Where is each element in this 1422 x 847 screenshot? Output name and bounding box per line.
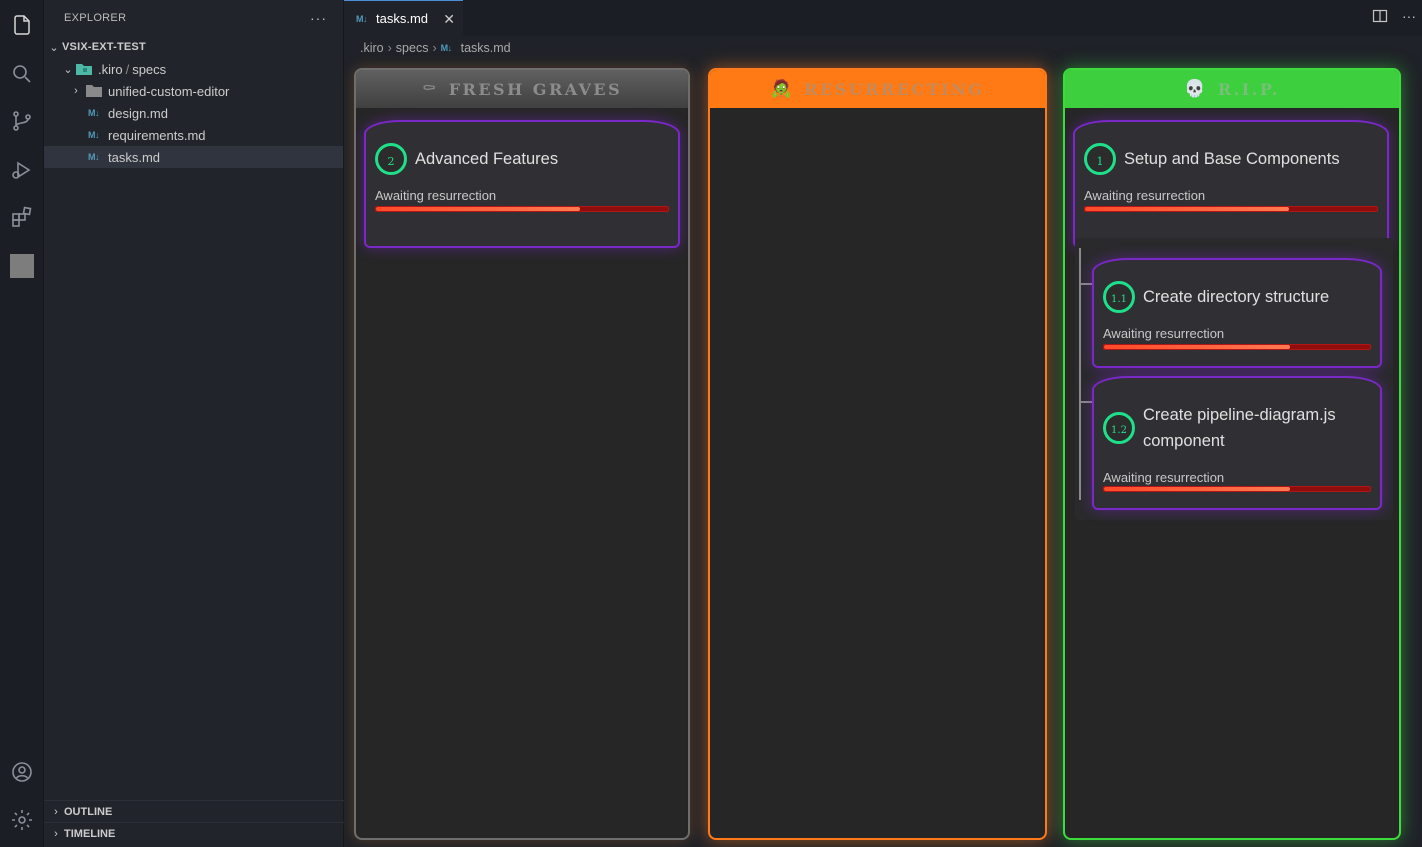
- markdown-icon: M↓: [88, 108, 100, 118]
- task-title: Advanced Features: [415, 150, 559, 168]
- tree-item-requirements-md[interactable]: M↓ requirements.md: [44, 124, 343, 146]
- vertical-scrollbar[interactable]: [1412, 68, 1420, 840]
- path-separator: /: [125, 61, 130, 77]
- tree-item-label: unified-custom-editor: [108, 83, 230, 99]
- subtask-group: 1.1 Create directory structure Awaiting …: [1075, 238, 1393, 520]
- project-name: VSIX-EXT-TEST: [62, 41, 146, 53]
- folder-icon: [86, 85, 102, 97]
- account-icon[interactable]: [8, 758, 36, 786]
- chevron-down-icon: ⌄: [63, 63, 73, 76]
- tree-item-unified-custom-editor[interactable]: › unified-custom-editor: [44, 80, 343, 102]
- column-header: 💀 R.I.P.: [1065, 70, 1399, 108]
- markdown-icon: M↓: [88, 152, 100, 162]
- task-status: Awaiting resurrection: [1103, 326, 1225, 341]
- tree-item-label: design.md: [108, 105, 168, 121]
- outline-section[interactable]: › OUTLINE: [44, 800, 344, 822]
- subtask-card[interactable]: 1.1 Create directory structure Awaiting …: [1092, 258, 1382, 368]
- tab-label: tasks.md: [376, 11, 429, 26]
- extensions-icon[interactable]: [8, 203, 36, 231]
- column-title: RESURRECTING: [804, 79, 985, 99]
- editor-actions: ···: [1372, 8, 1422, 29]
- task-title: Setup and Base Components: [1124, 150, 1340, 168]
- column-rip: 💀 R.I.P. 1 Setup and Base Components Awa…: [1063, 68, 1401, 840]
- tab-bar: M↓ tasks.md ✕ ···: [344, 0, 1422, 36]
- markdown-icon: M↓: [356, 13, 368, 24]
- markdown-icon: M↓: [440, 43, 453, 53]
- chevron-right-icon: ›: [432, 41, 437, 55]
- source-control-icon[interactable]: [8, 107, 36, 135]
- task-number-badge: 1.1: [1103, 281, 1135, 313]
- zombie-icon: 🧟: [770, 79, 795, 99]
- tree-item-design-md[interactable]: M↓ design.md: [44, 102, 343, 124]
- task-number-badge: 2: [375, 143, 407, 175]
- task-title: Create pipeline-diagram.js component: [1143, 402, 1336, 454]
- column-resurrecting: 🧟 RESURRECTING: [708, 68, 1047, 840]
- chevron-down-icon: ⌄: [49, 41, 59, 54]
- chevron-right-icon: ›: [54, 827, 58, 840]
- task-title: Create directory structure: [1143, 288, 1330, 306]
- task-status: Awaiting resurrection: [1084, 188, 1206, 203]
- tree-item-label: requirements.md: [108, 127, 206, 143]
- folder-kiro-label: .kiro: [98, 61, 123, 77]
- tree-connector: [1079, 248, 1081, 500]
- outline-label: OUTLINE: [64, 805, 113, 818]
- search-icon[interactable]: [8, 60, 36, 88]
- task-status: Awaiting resurrection: [1103, 470, 1225, 485]
- task-number-badge: 1: [1084, 143, 1116, 175]
- timeline-label: TIMELINE: [64, 827, 116, 840]
- markdown-icon: M↓: [88, 130, 100, 140]
- kanban-board: ⚰ FRESH GRAVES 2 Advanced Features Await…: [354, 68, 1402, 840]
- activity-bar: [0, 0, 44, 847]
- column-title: R.I.P.: [1217, 79, 1280, 99]
- chevron-right-icon: ›: [74, 85, 78, 97]
- task-number-badge: 1.2: [1103, 412, 1135, 444]
- gear-icon[interactable]: [8, 806, 36, 834]
- tree-item-label: tasks.md: [108, 149, 161, 165]
- run-debug-icon[interactable]: [8, 156, 36, 184]
- editor-area: M↓ tasks.md ✕ ··· .kiro › specs › M↓ tas…: [344, 0, 1422, 847]
- breadcrumb-item[interactable]: specs: [396, 41, 429, 55]
- task-title-line: Create pipeline-diagram.js: [1143, 406, 1336, 424]
- skull-icon: 💀: [1184, 79, 1208, 99]
- column-fresh-graves: ⚰ FRESH GRAVES 2 Advanced Features Await…: [354, 68, 690, 840]
- subtask-card[interactable]: 1.2 Create pipeline-diagram.js component…: [1092, 376, 1382, 510]
- tree-item-tasks-md[interactable]: M↓ tasks.md: [44, 146, 343, 168]
- folder-open-icon: [76, 63, 92, 75]
- chevron-right-icon: ›: [54, 805, 58, 818]
- breadcrumb: .kiro › specs › M↓ tasks.md: [344, 36, 1422, 60]
- explorer-title: EXPLORER: [64, 12, 127, 24]
- task-status: Awaiting resurrection: [375, 188, 497, 203]
- timeline-section[interactable]: › TIMELINE: [44, 822, 344, 844]
- progress-bar: [1103, 344, 1371, 350]
- progress-bar: [1084, 206, 1378, 212]
- close-icon[interactable]: ✕: [443, 11, 455, 28]
- progress-bar: [375, 206, 669, 212]
- explorer-sidebar: EXPLORER ··· ⌄ VSIX-EXT-TEST ⌄ .kiro / s…: [44, 0, 344, 847]
- custom-extension-icon[interactable]: [8, 252, 36, 280]
- column-title: FRESH GRAVES: [448, 79, 623, 99]
- column-header: 🧟 RESURRECTING: [710, 70, 1045, 108]
- more-actions-icon[interactable]: ···: [1402, 8, 1416, 29]
- explorer-files-icon[interactable]: [8, 11, 36, 39]
- more-actions-icon[interactable]: ···: [310, 10, 327, 26]
- task-card[interactable]: 1 Setup and Base Components Awaiting res…: [1073, 120, 1389, 248]
- task-title-line: component: [1143, 432, 1225, 450]
- progress-bar: [1103, 486, 1371, 492]
- folder-specs-label: specs: [132, 61, 167, 77]
- breadcrumb-item[interactable]: .kiro: [360, 41, 384, 55]
- tab-tasks-md[interactable]: M↓ tasks.md ✕: [344, 0, 463, 36]
- split-editor-icon[interactable]: [1372, 8, 1388, 29]
- chevron-right-icon: ›: [387, 41, 392, 55]
- coffin-icon: ⚰: [421, 79, 439, 99]
- tree-item-kiro-specs[interactable]: ⌄ .kiro / specs: [44, 58, 343, 80]
- breadcrumb-item[interactable]: tasks.md: [461, 41, 511, 55]
- project-root[interactable]: ⌄ VSIX-EXT-TEST: [44, 36, 343, 58]
- task-card[interactable]: 2 Advanced Features Awaiting resurrectio…: [364, 120, 680, 248]
- vscode-window: EXPLORER ··· ⌄ VSIX-EXT-TEST ⌄ .kiro / s…: [0, 0, 1422, 847]
- column-header: ⚰ FRESH GRAVES: [356, 70, 688, 108]
